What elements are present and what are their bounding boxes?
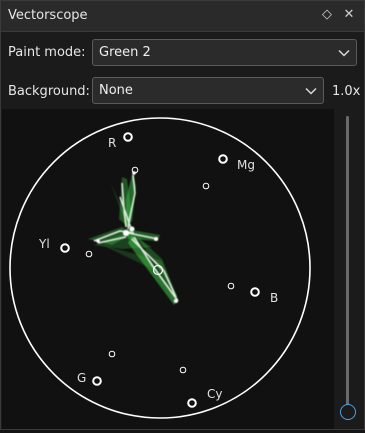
target-cy-75 <box>179 366 187 374</box>
zoom-slider-handle[interactable] <box>340 404 356 420</box>
target-yl <box>60 243 70 253</box>
close-icon[interactable]: ✕ <box>341 7 357 23</box>
target-g <box>92 376 102 386</box>
target-label-yl: Yl <box>38 237 50 251</box>
vectorscope-panel: Vectorscope ◇ ✕ Paint mode: Green 2 Back… <box>0 0 365 430</box>
background-label: Background: <box>8 84 90 99</box>
target-cy <box>187 398 197 408</box>
color-trace <box>88 171 179 305</box>
zoom-slider[interactable] <box>346 116 349 406</box>
target-mg-75 <box>202 182 210 190</box>
vectorscope-graph: R Mg Yl B G Cy <box>9 117 311 419</box>
paint-mode-value: Green 2 <box>99 45 151 60</box>
paint-mode-select[interactable]: Green 2 <box>92 39 357 66</box>
target-g-75 <box>108 350 116 358</box>
target-label-cy: Cy <box>207 387 222 401</box>
target-label-mg: Mg <box>237 158 255 172</box>
chevron-down-icon <box>338 49 350 57</box>
target-label-r: R <box>108 136 116 150</box>
vectorscope-display[interactable]: R Mg Yl B G Cy <box>2 109 334 429</box>
zoom-level: 1.0x <box>332 84 361 99</box>
target-b-75 <box>227 282 235 290</box>
float-panel-icon[interactable]: ◇ <box>319 7 335 23</box>
panel-title: Vectorscope <box>8 8 88 23</box>
background-select[interactable]: None <box>92 77 324 104</box>
title-bar: Vectorscope ◇ ✕ <box>1 1 364 32</box>
background-value: None <box>99 83 133 98</box>
target-label-g: G <box>77 371 86 385</box>
target-b <box>250 287 260 297</box>
target-label-b: B <box>270 291 278 305</box>
paint-mode-label: Paint mode: <box>8 45 86 60</box>
target-yl-75 <box>85 250 93 258</box>
target-mg <box>218 154 228 164</box>
target-r <box>123 132 133 142</box>
chevron-down-icon <box>305 87 317 95</box>
